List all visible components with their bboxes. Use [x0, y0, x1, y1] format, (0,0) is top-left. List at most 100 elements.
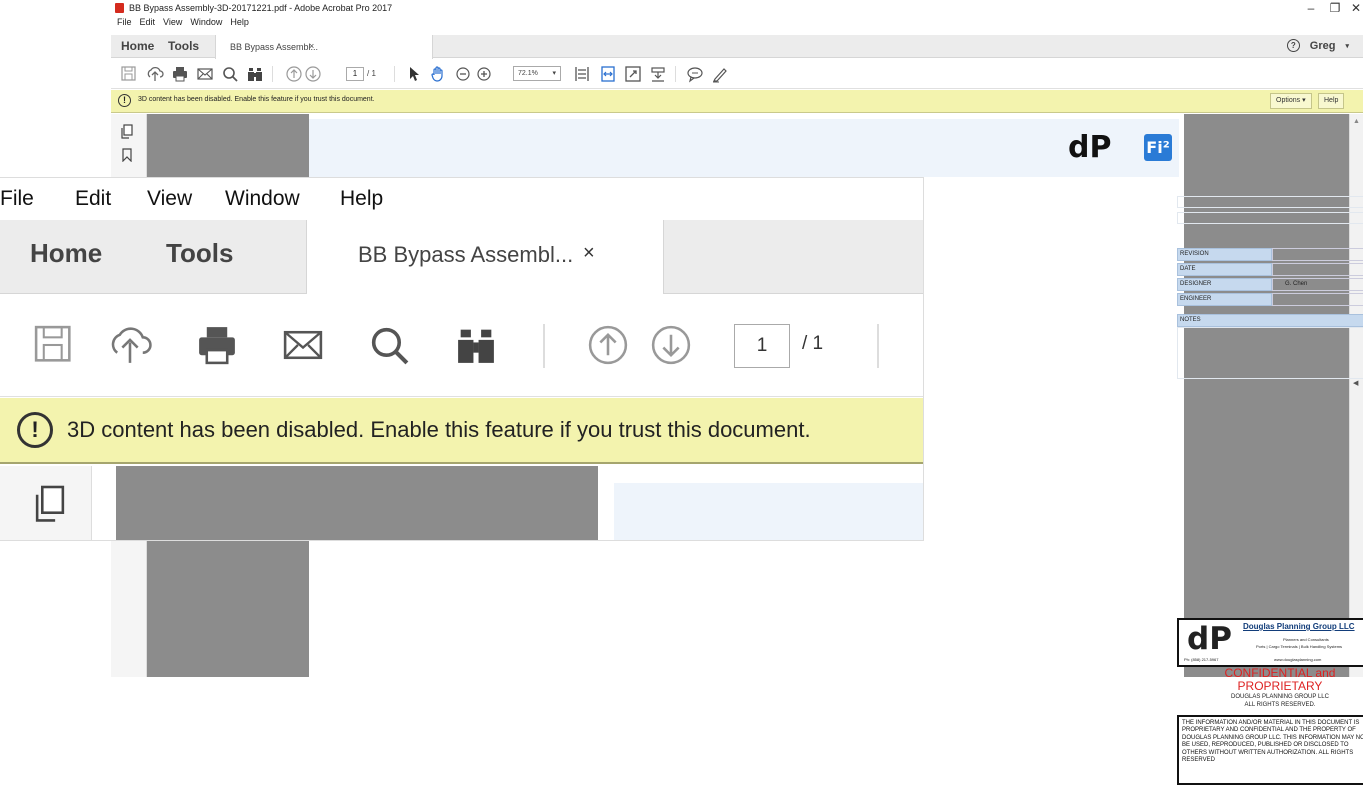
- stamp-icon[interactable]: [649, 65, 667, 83]
- comment-icon[interactable]: [686, 65, 704, 83]
- proprietary-notice: THE INFORMATION AND/OR MATERIAL IN THIS …: [1177, 715, 1363, 785]
- company-logo-mark: dP: [1187, 621, 1232, 657]
- confidential-rights: ALL RIGHTS RESERVED.: [1244, 702, 1316, 708]
- fullscreen-icon[interactable]: [624, 65, 642, 83]
- proprietary-heading: PROPRIETARY: [1237, 679, 1323, 693]
- document-tab-label: BB Bypass Assembl...: [358, 242, 574, 267]
- pdf-file-icon: [115, 3, 124, 13]
- print-icon[interactable]: [194, 322, 240, 368]
- find-icon[interactable]: [246, 65, 264, 83]
- bookmark-icon[interactable]: [121, 148, 133, 162]
- tab-tools[interactable]: Tools: [168, 35, 199, 58]
- upload-icon[interactable]: [107, 322, 153, 368]
- menu-edit[interactable]: Edit: [140, 17, 156, 32]
- options-button[interactable]: Options ▾: [1270, 93, 1312, 109]
- select-icon[interactable]: [405, 65, 423, 83]
- fit-width-icon[interactable]: [599, 65, 617, 83]
- user-menu[interactable]: Greg: [1310, 40, 1336, 52]
- tab-home[interactable]: Home: [30, 238, 102, 269]
- scroll-up-icon[interactable]: ▲: [1353, 118, 1360, 125]
- close-tab-button[interactable]: ×: [309, 41, 314, 51]
- page-thumbnails-icon[interactable]: [32, 484, 68, 526]
- page-up-icon[interactable]: [285, 65, 303, 83]
- page-total: / 1: [802, 333, 824, 354]
- tab-bar: Home Tools BB Bypass Assembl... × ? Greg…: [111, 35, 1363, 59]
- save-icon[interactable]: [120, 65, 138, 83]
- tab-document[interactable]: BB Bypass Assembl... ×: [215, 35, 433, 59]
- help-button[interactable]: Help: [1318, 93, 1345, 109]
- notes-label: NOTES: [1177, 314, 1363, 327]
- menu-bar: File Edit View Window Help: [117, 17, 249, 32]
- toolbar-divider: [877, 324, 879, 368]
- revision-value: [1272, 248, 1363, 261]
- page-up-icon[interactable]: [585, 322, 631, 368]
- page-total: / 1: [367, 69, 376, 78]
- designer-label: DESIGNER: [1177, 278, 1272, 291]
- company-website: www.douglasplanning.com: [1274, 657, 1322, 662]
- title-block-row: REVISION: [1177, 248, 1363, 261]
- menu-bar-zoomed: File Edit View Window Help: [0, 178, 923, 220]
- title-block-row: [1177, 212, 1363, 224]
- company-name: Douglas Planning Group LLC: [1243, 622, 1355, 631]
- menu-window[interactable]: Window: [225, 187, 300, 211]
- zoom-in-icon[interactable]: [475, 65, 493, 83]
- title-block-row: DESIGNER G. Chen: [1177, 278, 1363, 291]
- menu-help[interactable]: Help: [340, 187, 383, 211]
- pen-icon[interactable]: [711, 65, 729, 83]
- hand-icon[interactable]: [429, 65, 447, 83]
- help-icon[interactable]: ?: [1286, 39, 1300, 52]
- page-thumbnails-icon[interactable]: [120, 124, 134, 140]
- company-phone: Ph: (858) 217-5967: [1184, 657, 1219, 662]
- designer-value: G. Chen: [1272, 278, 1363, 291]
- title-bar: BB Bypass Assembly-3D-20171221.pdf - Ado…: [111, 0, 1363, 17]
- save-icon[interactable]: [31, 322, 77, 368]
- header-band: [614, 483, 923, 540]
- tab-document[interactable]: BB Bypass Assembl... ×: [306, 220, 664, 295]
- dp-logo: dP: [1068, 130, 1112, 165]
- menu-window[interactable]: Window: [190, 17, 222, 32]
- company-block: dP Douglas Planning Group LLC Planners a…: [1177, 618, 1363, 667]
- zoom-level-select[interactable]: 72.1% ▾: [513, 66, 561, 81]
- menu-file[interactable]: File: [0, 187, 34, 211]
- email-icon[interactable]: [280, 322, 326, 368]
- fi2-logo: Fi²: [1144, 134, 1172, 161]
- page-number-input[interactable]: 1: [734, 324, 790, 368]
- zoom-out-icon[interactable]: [454, 65, 472, 83]
- pdf-page: [598, 466, 923, 540]
- notification-message: 3D content has been disabled. Enable thi…: [138, 96, 375, 103]
- find-icon[interactable]: [453, 322, 499, 368]
- fit-page-icon[interactable]: [573, 65, 591, 83]
- email-icon[interactable]: [196, 65, 214, 83]
- header-band: [309, 119, 1179, 177]
- confidential-owner: DOUGLAS PLANNING GROUP LLC: [1231, 694, 1329, 700]
- menu-edit[interactable]: Edit: [75, 187, 111, 211]
- zoomed-inset: File Edit View Window Help Home Tools BB…: [0, 178, 923, 540]
- page-number-input[interactable]: 1: [346, 67, 364, 81]
- company-tagline: Planners and Consultants: [1283, 637, 1329, 642]
- engineer-label: ENGINEER: [1177, 293, 1272, 306]
- menu-view[interactable]: View: [163, 17, 182, 32]
- engineer-value: [1272, 293, 1363, 306]
- page-down-icon[interactable]: [304, 65, 322, 83]
- menu-file[interactable]: File: [117, 17, 132, 32]
- close-tab-button[interactable]: ×: [583, 242, 595, 265]
- collapse-panel-icon[interactable]: ◀: [1353, 379, 1358, 387]
- upload-icon[interactable]: [146, 65, 164, 83]
- tab-tools[interactable]: Tools: [166, 238, 233, 269]
- confidential-block: CONFIDENTIAL and PROPRIETARY DOUGLAS PLA…: [1185, 667, 1363, 709]
- confidential-heading: CONFIDENTIAL and: [1224, 666, 1336, 680]
- search-icon[interactable]: [221, 65, 239, 83]
- menu-help[interactable]: Help: [230, 17, 249, 32]
- tab-bar-zoomed: Home Tools BB Bypass Assembl... ×: [0, 220, 923, 295]
- tab-home[interactable]: Home: [121, 35, 154, 58]
- document-tab-label: BB Bypass Assembl...: [230, 42, 319, 52]
- close-window-button[interactable]: ✕: [1341, 0, 1363, 17]
- menu-view[interactable]: View: [147, 187, 192, 211]
- search-icon[interactable]: [366, 322, 412, 368]
- zoom-level-value: 72.1%: [518, 70, 538, 77]
- chevron-down-icon[interactable]: ▾: [1345, 42, 1349, 50]
- page-down-icon[interactable]: [648, 322, 694, 368]
- print-icon[interactable]: [171, 65, 189, 83]
- title-block-row: [1177, 196, 1363, 208]
- revision-label: REVISION: [1177, 248, 1272, 261]
